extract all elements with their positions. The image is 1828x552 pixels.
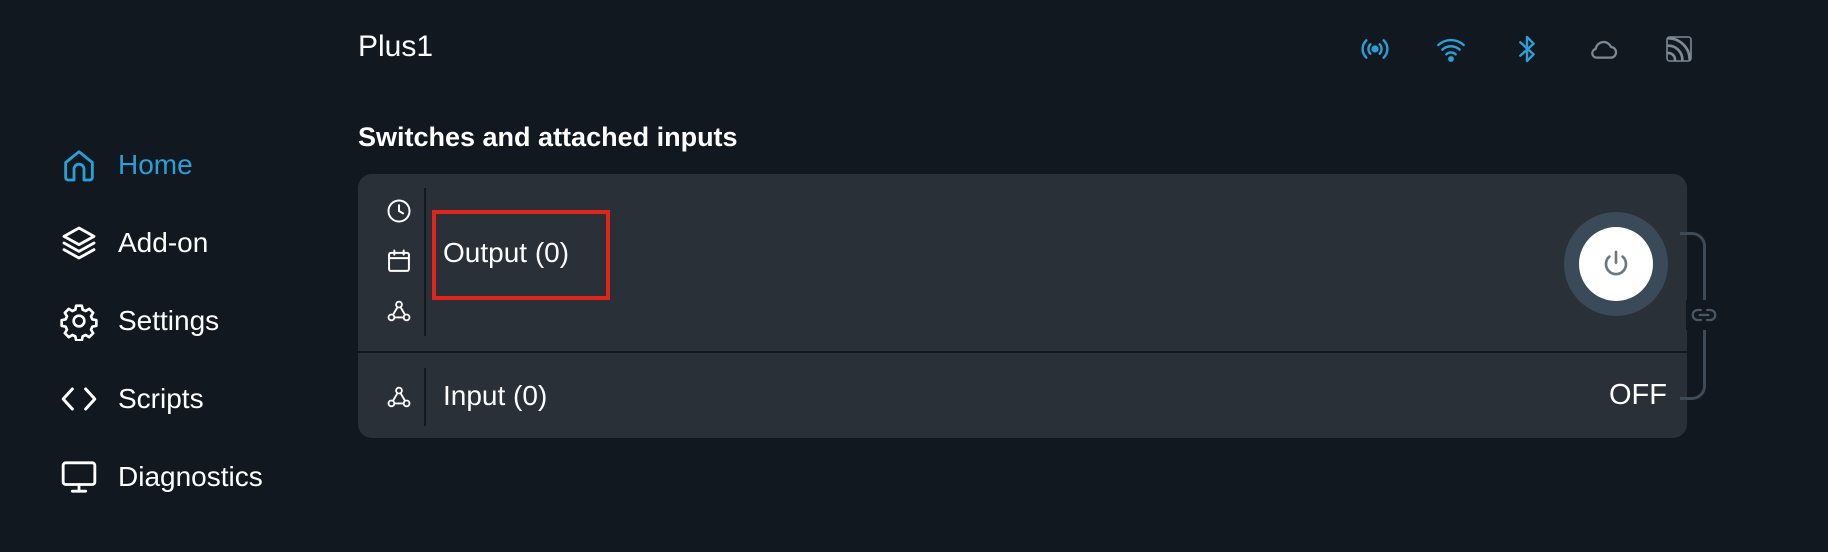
monitor-icon: [58, 456, 100, 498]
output-row[interactable]: Output (0): [358, 174, 1687, 353]
output-divider: [424, 188, 426, 336]
code-icon: [58, 378, 100, 420]
sidebar-item-home[interactable]: Home: [58, 126, 318, 204]
input-label[interactable]: Input (0): [443, 380, 547, 412]
section-title: Switches and attached inputs: [358, 122, 738, 152]
clock-icon[interactable]: [384, 196, 414, 226]
sidebar-nav: Home Add-on Settings Scripts Diagnostics: [58, 126, 318, 516]
output-feature-icons: [384, 196, 416, 326]
input-state: OFF: [1609, 379, 1667, 411]
input-row[interactable]: Input (0) OFF: [358, 354, 1687, 438]
webhook-icon[interactable]: [384, 296, 414, 326]
calendar-icon[interactable]: [384, 246, 414, 276]
rss-icon[interactable]: [1662, 32, 1696, 66]
broadcast-icon[interactable]: [1358, 32, 1392, 66]
sidebar-item-label: Add-on: [118, 227, 209, 258]
status-icons: [1358, 32, 1696, 66]
sidebar-item-diagnostics[interactable]: Diagnostics: [58, 438, 318, 516]
gear-icon: [58, 300, 100, 342]
home-icon: [58, 144, 100, 186]
webhook-icon[interactable]: [384, 382, 414, 412]
sidebar-item-label: Settings: [118, 305, 220, 336]
input-divider: [424, 368, 426, 426]
highlight-box: [432, 210, 610, 300]
sidebar-item-label: Home: [118, 149, 193, 180]
cloud-icon[interactable]: [1586, 32, 1620, 66]
link-icon[interactable]: [1686, 300, 1722, 330]
device-title: Plus1: [358, 30, 434, 63]
power-icon: [1604, 250, 1628, 276]
sidebar-item-add-on[interactable]: Add-on: [58, 204, 318, 282]
power-button[interactable]: [1579, 227, 1653, 301]
wifi-icon[interactable]: [1434, 32, 1468, 66]
sidebar-item-settings[interactable]: Settings: [58, 282, 318, 360]
sidebar-item-scripts[interactable]: Scripts: [58, 360, 318, 438]
sidebar-item-label: Scripts: [118, 383, 204, 414]
power-toggle-ring: [1564, 212, 1668, 316]
layers-icon: [58, 222, 100, 264]
sidebar-item-label: Diagnostics: [118, 461, 263, 492]
switch-card: Output (0) Input (0) OFF: [358, 174, 1687, 438]
bluetooth-icon[interactable]: [1510, 32, 1544, 66]
